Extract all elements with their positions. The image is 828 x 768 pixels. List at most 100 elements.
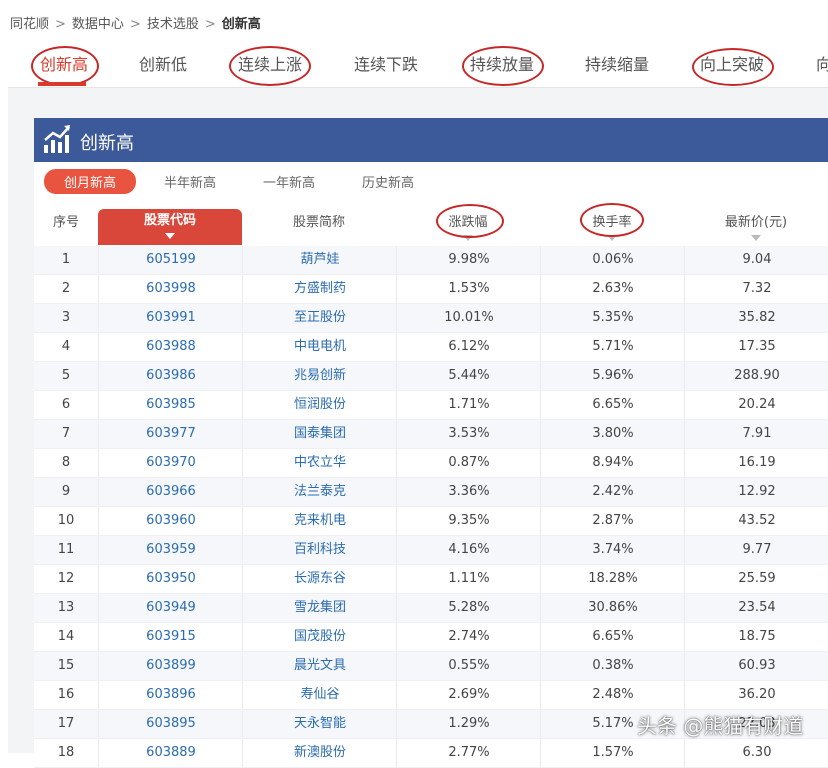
column-header-label: 股票简称	[292, 215, 345, 230]
stock-name-link[interactable]: 百利科技	[242, 536, 397, 564]
tab-more[interactable]: 向	[816, 51, 828, 75]
turnover-value: 8.94%	[540, 449, 685, 477]
subtab-history-high[interactable]: 历史新高	[362, 172, 414, 191]
price-value: 9.77	[684, 536, 828, 564]
price-value: 17.35	[684, 333, 828, 361]
stock-name-link[interactable]: 长源东谷	[242, 565, 397, 593]
row-seq: 4	[61, 339, 71, 354]
stock-code-link[interactable]: 603985	[98, 391, 243, 419]
stock-name-link[interactable]: 法兰泰克	[242, 478, 397, 506]
table-row: 4 603988 中电电机 6.12% 5.71% 17.35	[34, 333, 828, 362]
row-seq: 15	[57, 658, 75, 673]
stock-name-link[interactable]: 葫芦娃	[242, 246, 397, 274]
annotation-circle	[31, 46, 99, 86]
stock-code-link[interactable]: 603896	[98, 681, 243, 709]
stock-name-link[interactable]: 雪龙集团	[242, 594, 397, 622]
tab-continuous-fall[interactable]: 连续下跌	[354, 51, 418, 75]
stock-code-link[interactable]: 603889	[98, 739, 243, 767]
change-value: 5.28%	[396, 594, 541, 622]
change-value: 0.55%	[396, 652, 541, 680]
stock-code-link[interactable]: 603998	[98, 275, 243, 303]
price-value: 43.52	[684, 507, 828, 535]
period-subtabs: 创月新高 半年新高 一年新高 历史新高	[34, 162, 828, 202]
stock-name-link[interactable]: 晨光文具	[242, 652, 397, 680]
subtab-month-high[interactable]: 创月新高	[44, 169, 137, 194]
stock-code-link[interactable]: 603959	[98, 536, 243, 564]
watermark: 头条 @熊猫有财道	[637, 714, 804, 738]
stock-code-link[interactable]: 603895	[98, 710, 243, 738]
stock-name-link[interactable]: 中农立华	[242, 449, 397, 477]
panel-header: 创新高	[34, 118, 828, 162]
breadcrumb-item[interactable]: 技术选股	[147, 17, 199, 32]
breadcrumb-separator: >	[204, 17, 216, 32]
annotation-circle	[229, 46, 311, 86]
table-row: 18 603889 新澳股份 2.77% 1.57% 6.30	[34, 739, 828, 768]
row-seq: 14	[57, 629, 75, 644]
annotation-circle	[580, 203, 644, 237]
turnover-value: 30.86%	[540, 594, 685, 622]
column-header-price[interactable]: 最新价(元)	[684, 211, 828, 241]
row-seq: 13	[57, 600, 75, 615]
stock-name-link[interactable]: 恒润股份	[242, 391, 397, 419]
stock-name-link[interactable]: 国泰集团	[242, 420, 397, 448]
stock-name-link[interactable]: 寿仙谷	[242, 681, 397, 709]
stock-code-link[interactable]: 603950	[98, 565, 243, 593]
table-row: 10 603960 克来机电 9.35% 2.87% 43.52	[34, 507, 828, 536]
breadcrumb-item[interactable]: 同花顺	[10, 17, 49, 32]
row-seq: 16	[57, 687, 75, 702]
stock-name-link[interactable]: 中电电机	[242, 333, 397, 361]
stock-name-link[interactable]: 国茂股份	[242, 623, 397, 651]
table-row: 15 603899 晨光文具 0.55% 0.38% 60.93	[34, 652, 828, 681]
stock-code-link[interactable]: 603988	[98, 333, 243, 361]
breadcrumb-item[interactable]: 数据中心	[72, 17, 124, 32]
column-header-label: 股票代码	[143, 213, 196, 228]
row-seq: 10	[57, 513, 75, 528]
annotation-circle	[692, 48, 774, 86]
price-value: 25.59	[684, 565, 828, 593]
subtab-year-high[interactable]: 一年新高	[263, 172, 315, 191]
change-value: 3.53%	[396, 420, 541, 448]
turnover-value: 2.48%	[540, 681, 685, 709]
turnover-value: 1.57%	[540, 739, 685, 767]
stock-code-link[interactable]: 603977	[98, 420, 243, 448]
row-seq: 2	[61, 281, 71, 296]
subtab-half-year-high[interactable]: 半年新高	[164, 172, 216, 191]
stock-code-link[interactable]: 603986	[98, 362, 243, 390]
stock-name-link[interactable]: 天永智能	[242, 710, 397, 738]
tab-volume-decrease[interactable]: 持续缩量	[585, 51, 649, 75]
change-value: 0.87%	[396, 449, 541, 477]
turnover-value: 5.71%	[540, 333, 685, 361]
stock-code-link[interactable]: 603915	[98, 623, 243, 651]
breadcrumb-separator: >	[55, 17, 66, 32]
change-value: 2.69%	[396, 681, 541, 709]
table-row: 13 603949 雪龙集团 5.28% 30.86% 23.54	[34, 594, 828, 623]
price-value: 23.54	[684, 594, 828, 622]
stock-code-link[interactable]: 605199	[98, 246, 243, 274]
turnover-value: 18.28%	[540, 565, 685, 593]
change-value: 9.35%	[396, 507, 541, 535]
price-value: 35.82	[684, 304, 828, 332]
row-seq: 12	[57, 571, 75, 586]
stock-code-link[interactable]: 603899	[98, 652, 243, 680]
turnover-value: 2.63%	[540, 275, 685, 303]
stock-name-link[interactable]: 克来机电	[242, 507, 397, 535]
stock-name-link[interactable]: 新澳股份	[242, 739, 397, 767]
column-header-label: 序号	[52, 215, 79, 230]
tab-new-low[interactable]: 创新低	[139, 51, 187, 75]
price-value: 7.32	[684, 275, 828, 303]
stock-code-link[interactable]: 603966	[98, 478, 243, 506]
table-row: 2 603998 方盛制药 1.53% 2.63% 7.32	[34, 275, 828, 304]
change-value: 6.12%	[396, 333, 541, 361]
stock-name-link[interactable]: 至正股份	[242, 304, 397, 332]
column-header-code[interactable]: 股票代码	[98, 209, 242, 245]
change-value: 2.74%	[396, 623, 541, 651]
row-seq: 11	[57, 542, 75, 557]
turnover-value: 0.38%	[540, 652, 685, 680]
turnover-value: 3.74%	[540, 536, 685, 564]
stock-code-link[interactable]: 603991	[98, 304, 243, 332]
stock-name-link[interactable]: 兆易创新	[242, 362, 397, 390]
stock-code-link[interactable]: 603960	[98, 507, 243, 535]
stock-code-link[interactable]: 603970	[98, 449, 243, 477]
stock-code-link[interactable]: 603949	[98, 594, 243, 622]
stock-name-link[interactable]: 方盛制药	[242, 275, 397, 303]
